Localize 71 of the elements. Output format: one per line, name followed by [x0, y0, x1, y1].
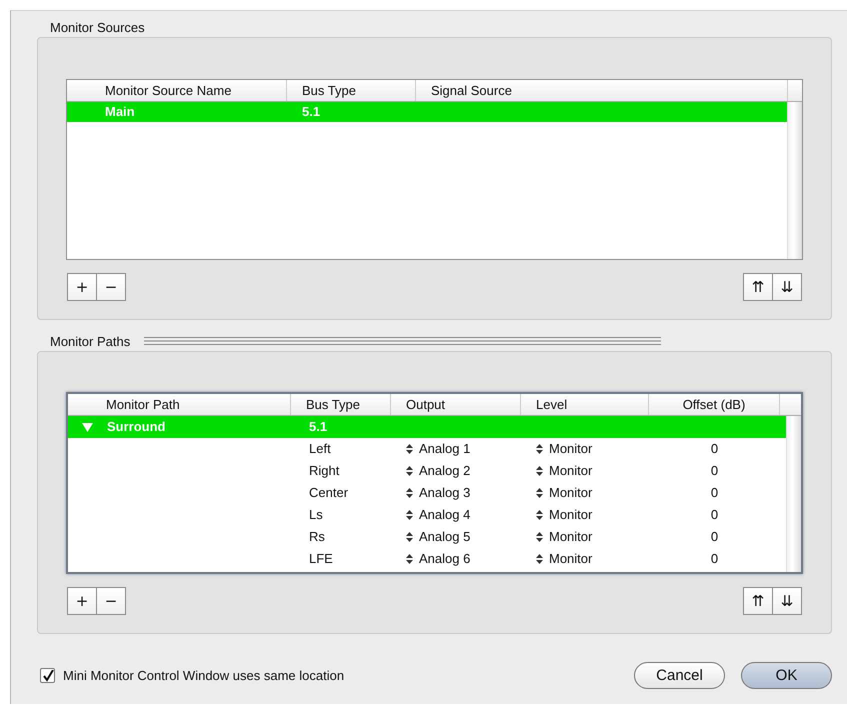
column-header[interactable]: Level: [521, 394, 649, 415]
square-button[interactable]: −: [96, 587, 126, 615]
stepper-arrows-icon: [536, 510, 543, 520]
table-row[interactable]: Center Analog 3 Monitor 0: [68, 482, 786, 504]
square-button[interactable]: +: [67, 273, 97, 301]
column-header[interactable]: Monitor Source Name: [67, 80, 287, 101]
table-row[interactable]: Left Analog 1 Monitor 0: [68, 438, 786, 460]
level-popup[interactable]: Monitor: [521, 482, 649, 504]
stepper-arrows-icon: [406, 532, 413, 542]
level-popup[interactable]: Monitor: [521, 460, 649, 482]
level-popup[interactable]: Monitor: [521, 438, 649, 460]
output-popup[interactable]: Analog 5: [391, 526, 521, 548]
square-button[interactable]: +: [67, 587, 97, 615]
table-cell-text: Ls: [308, 506, 324, 524]
square-button[interactable]: ⇈: [743, 587, 773, 615]
table-cell-text: Left: [308, 440, 332, 458]
table-cell-text: 5.1: [301, 103, 322, 121]
table-row[interactable]: Rs Analog 5 Monitor 0: [68, 526, 786, 548]
dialog-button[interactable]: OK: [741, 662, 832, 689]
output-popup[interactable]: Analog 1: [391, 438, 521, 460]
table-cell-text: Main: [104, 103, 136, 121]
table-cell-text: 5.1: [308, 418, 328, 436]
group-title: Monitor Sources: [49, 19, 146, 37]
stepper-arrows-icon: [536, 444, 543, 454]
group-title: Monitor Paths: [49, 333, 130, 351]
output-popup[interactable]: Analog 2: [391, 460, 521, 482]
checkbox[interactable]: [40, 668, 55, 683]
table-cell-text: LFE: [308, 550, 334, 568]
table-cell-text: Rs: [308, 528, 326, 546]
stepper-arrows-icon: [536, 488, 543, 498]
table-row[interactable]: Right Analog 2 Monitor 0: [68, 460, 786, 482]
stepper-arrows-icon: [536, 554, 543, 564]
stepper-arrows-icon: [406, 510, 413, 520]
table-cell-text: 0: [710, 506, 720, 524]
disclosure-triangle-icon[interactable]: [82, 422, 93, 432]
stepper-arrows-icon: [406, 466, 413, 476]
stepper-arrows-icon: [406, 554, 413, 564]
stepper-arrows-icon: [406, 444, 413, 454]
scrollbar[interactable]: [786, 416, 801, 572]
table-cell-text: 0: [710, 550, 720, 568]
table-cell-text: Right: [308, 462, 340, 480]
level-popup[interactable]: Monitor: [521, 548, 649, 570]
stepper-arrows-icon: [406, 488, 413, 498]
table-row[interactable]: Ls Analog 4 Monitor 0: [68, 504, 786, 526]
table-cell-text: Center: [308, 484, 350, 502]
column-header[interactable]: Offset (dB): [649, 394, 780, 415]
column-header[interactable]: Output: [391, 394, 521, 415]
square-button[interactable]: ⇊: [772, 273, 802, 301]
stepper-arrows-icon: [536, 532, 543, 542]
level-popup[interactable]: Monitor: [521, 526, 649, 548]
column-header[interactable]: Bus Type: [291, 394, 391, 415]
table-cell-text: 0: [710, 484, 720, 502]
table-cell-text: Surround: [107, 418, 166, 436]
square-button[interactable]: ⇈: [743, 273, 773, 301]
column-header[interactable]: Bus Type: [287, 80, 416, 101]
table-cell-text: 0: [710, 528, 720, 546]
table-cell-text: 0: [710, 440, 720, 458]
output-popup[interactable]: Analog 3: [391, 482, 521, 504]
scrollbar[interactable]: [787, 102, 802, 259]
square-button[interactable]: ⇊: [772, 587, 802, 615]
column-header[interactable]: Monitor Path: [68, 394, 291, 415]
stepper-arrows-icon: [536, 466, 543, 476]
column-header[interactable]: Signal Source: [416, 80, 788, 101]
square-button[interactable]: −: [96, 273, 126, 301]
table-row[interactable]: LFE Analog 6 Monitor 0: [68, 548, 786, 570]
level-popup[interactable]: Monitor: [521, 504, 649, 526]
output-popup[interactable]: Analog 6: [391, 548, 521, 570]
dialog-button[interactable]: Cancel: [634, 662, 725, 689]
table-cell-text: 0: [710, 462, 720, 480]
output-popup[interactable]: Analog 4: [391, 504, 521, 526]
checkbox-label[interactable]: Mini Monitor Control Window uses same location: [63, 668, 344, 683]
